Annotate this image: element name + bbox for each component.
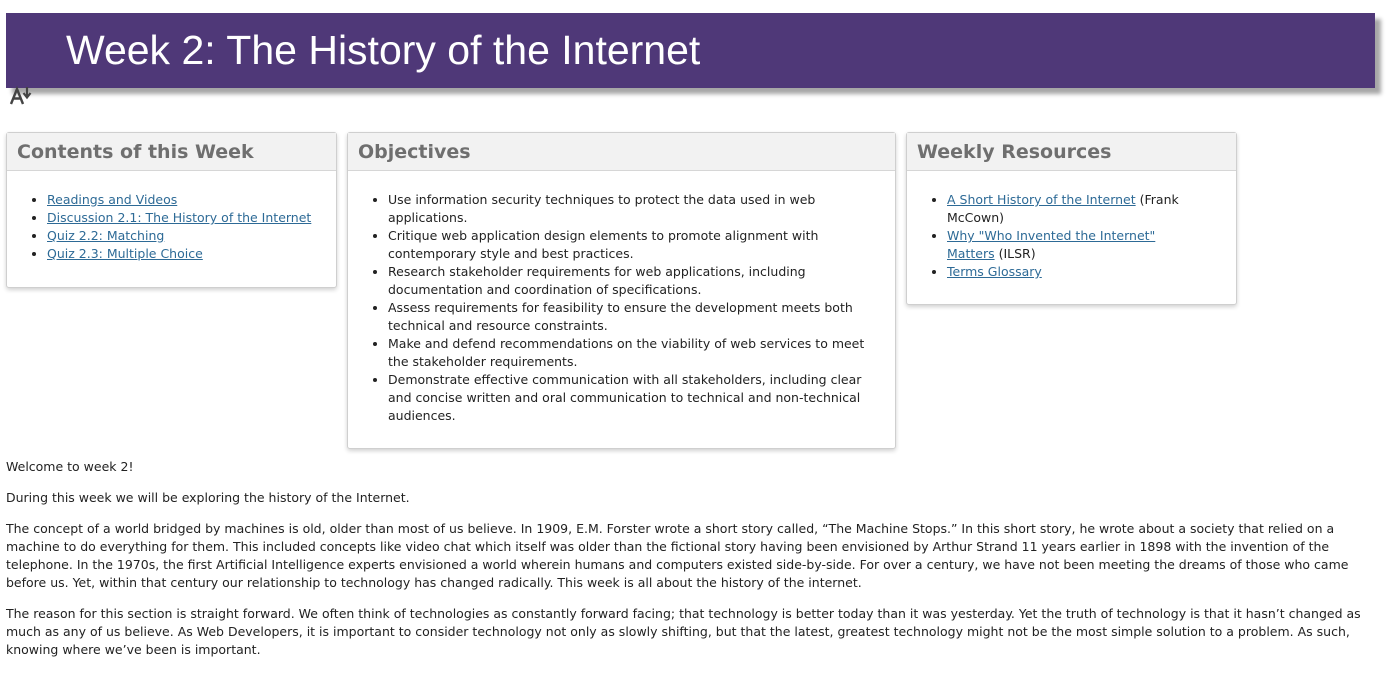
short-history-link[interactable]: A Short History of the Internet (947, 192, 1136, 207)
objectives-card-header: Objectives (348, 133, 895, 171)
list-item: Why "Who Invented the Internet" Matters … (947, 227, 1196, 263)
resources-list: A Short History of the Internet (Frank M… (907, 171, 1236, 281)
overview-paragraph: During this week we will be exploring th… (6, 490, 410, 505)
objective-item: Make and defend recommendations on the v… (388, 335, 865, 371)
list-item: Discussion 2.1: The History of the Inter… (47, 209, 326, 227)
objectives-list: Use information security techniques to p… (348, 171, 895, 425)
list-item: Readings and Videos (47, 191, 326, 209)
terms-glossary-link[interactable]: Terms Glossary (947, 264, 1042, 279)
objective-item: Assess requirements for feasibility to e… (388, 299, 865, 335)
objective-item: Critique web application design elements… (388, 227, 865, 263)
resources-card-title: Weekly Resources (917, 141, 1112, 163)
contents-card-title: Contents of this Week (17, 141, 254, 163)
reason-paragraph: The reason for this section is straight … (6, 606, 1361, 657)
list-item: Quiz 2.2: Matching (47, 227, 326, 245)
resources-card: Weekly Resources A Short History of the … (906, 132, 1237, 305)
who-invented-link[interactable]: Why "Who Invented the Internet" Matters (947, 228, 1155, 261)
discussion-link[interactable]: Discussion 2.1: The History of the Inter… (47, 210, 311, 225)
quiz-matching-link[interactable]: Quiz 2.2: Matching (47, 228, 164, 243)
text-to-speech-icon[interactable] (9, 86, 37, 106)
objectives-card-title: Objectives (358, 141, 471, 163)
list-item: Terms Glossary (947, 263, 1196, 281)
resource-source: (ILSR) (994, 246, 1036, 261)
resources-card-header: Weekly Resources (907, 133, 1236, 171)
readings-videos-link[interactable]: Readings and Videos (47, 192, 177, 207)
concept-paragraph: The concept of a world bridged by machin… (6, 521, 1349, 590)
list-item: Quiz 2.3: Multiple Choice (47, 245, 326, 263)
objective-item: Demonstrate effective communication with… (388, 371, 865, 425)
quiz-multiple-choice-link[interactable]: Quiz 2.3: Multiple Choice (47, 246, 203, 261)
contents-card-header: Contents of this Week (7, 133, 336, 171)
objectives-card: Objectives Use information security tech… (347, 132, 896, 449)
contents-card: Contents of this Week Readings and Video… (6, 132, 337, 288)
welcome-paragraph: Welcome to week 2! (6, 459, 134, 474)
objective-item: Research stakeholder requirements for we… (388, 263, 865, 299)
list-item: A Short History of the Internet (Frank M… (947, 191, 1196, 227)
week-intro: Welcome to week 2! During this week we w… (6, 458, 1376, 672)
page-title: Week 2: The History of the Internet (66, 27, 701, 73)
week-banner: Week 2: The History of the Internet (6, 13, 1375, 88)
objective-item: Use information security techniques to p… (388, 191, 865, 227)
contents-list: Readings and Videos Discussion 2.1: The … (7, 171, 336, 263)
